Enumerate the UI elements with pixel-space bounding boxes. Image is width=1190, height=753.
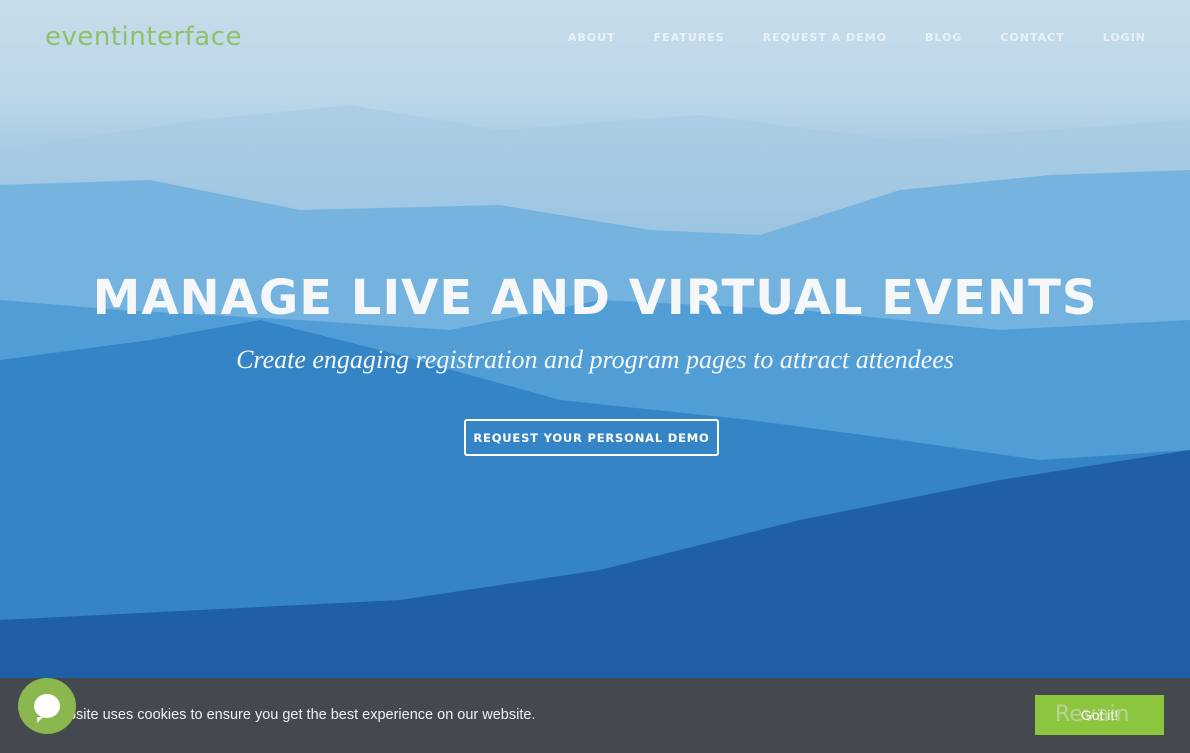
hero-subheadline: Create engaging registration and program…	[236, 345, 954, 374]
nav-blog[interactable]: BLOG	[925, 31, 962, 44]
hero-headline: MANAGE LIVE AND VIRTUAL EVENTS	[92, 270, 1098, 326]
nav-features[interactable]: FEATURES	[654, 31, 725, 44]
cookie-bar: This website uses cookies to ensure you …	[0, 678, 1190, 753]
nav-about[interactable]: ABOUT	[568, 31, 616, 44]
request-demo-button[interactable]: REQUEST YOUR PERSONAL DEMO	[464, 419, 719, 456]
main-nav: ABOUT FEATURES REQUEST A DEMO BLOG CONTA…	[530, 31, 1146, 44]
cookie-message: This website uses cookies to ensure you …	[18, 707, 536, 723]
logo[interactable]: eventinterface	[45, 22, 242, 52]
nav-contact[interactable]: CONTACT	[1000, 31, 1064, 44]
nav-login[interactable]: LOGIN	[1103, 31, 1146, 44]
chat-bubble-icon	[34, 694, 60, 723]
nav-request-demo[interactable]: REQUEST A DEMO	[763, 31, 887, 44]
chat-widget-button[interactable]	[18, 678, 76, 734]
revain-watermark: Revain	[1055, 702, 1130, 727]
hero-section	[0, 0, 1190, 678]
mountain-background	[0, 105, 1190, 678]
